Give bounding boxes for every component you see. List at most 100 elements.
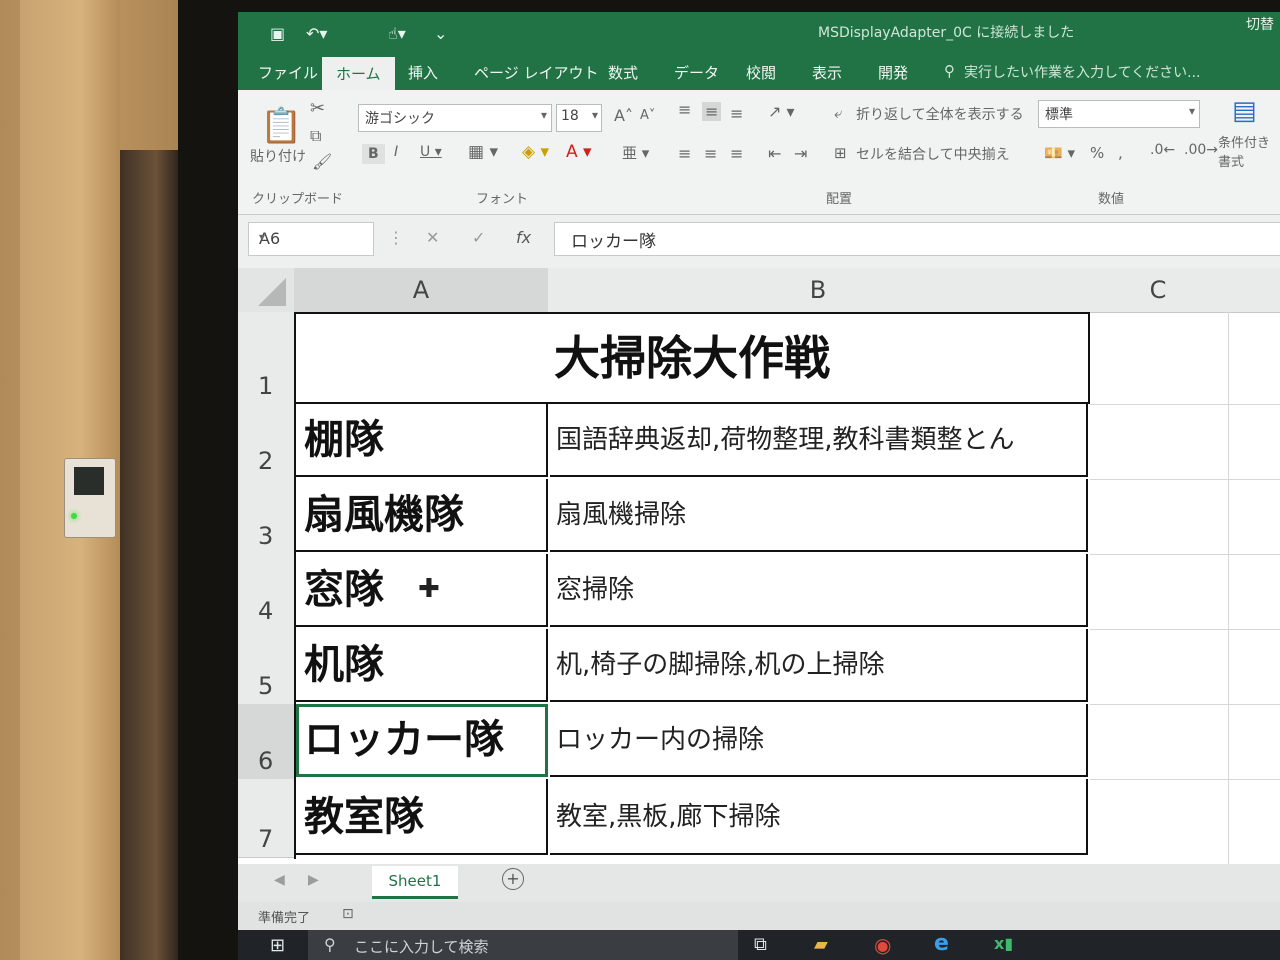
- team-cell[interactable]: 教室隊: [296, 779, 548, 855]
- increase-indent-icon[interactable]: ⇥: [794, 144, 807, 163]
- underline-button[interactable]: U ▾: [420, 144, 442, 160]
- comma-icon[interactable]: ,: [1118, 144, 1123, 162]
- orientation-icon[interactable]: ↗ ▾: [768, 102, 795, 121]
- align-center-icon[interactable]: ≡: [704, 144, 717, 163]
- font-name-select[interactable]: 游ゴシック ▾: [358, 104, 552, 132]
- row-header-1[interactable]: 1: [238, 312, 294, 405]
- fill-color-icon[interactable]: ◈ ▾: [522, 142, 549, 162]
- column-header-a[interactable]: A: [294, 268, 549, 313]
- phonetic-icon[interactable]: 亜 ▾: [622, 142, 649, 163]
- increase-decimal-icon[interactable]: .0←: [1150, 142, 1175, 158]
- align-bottom-icon[interactable]: ≡: [730, 104, 743, 123]
- team-cell[interactable]: 机隊: [296, 629, 548, 702]
- ribbon-home: 📋 貼り付け ✂ ⧉ 🖌 クリップボード 游ゴシック ▾ 18 ▾ A˄ A˅ …: [238, 90, 1280, 215]
- tab-insert[interactable]: 挿入: [408, 62, 438, 83]
- row-header-3[interactable]: 3: [238, 479, 294, 555]
- merge-center-icon[interactable]: ⊞: [834, 144, 847, 162]
- chevron-down-icon: ▾: [1188, 104, 1195, 118]
- tab-review[interactable]: 校閲: [746, 62, 776, 83]
- prev-sheet-icon[interactable]: ◀: [274, 872, 285, 888]
- team-cell[interactable]: 扇風機隊: [296, 479, 548, 552]
- cut-icon[interactable]: ✂: [310, 98, 325, 119]
- number-format-select[interactable]: 標準 ▾: [1038, 100, 1200, 128]
- wrap-text-button[interactable]: 折り返して全体を表示する: [856, 104, 1024, 124]
- row-number: 1: [258, 372, 274, 400]
- format-painter-icon[interactable]: 🖌: [312, 152, 332, 171]
- align-top-icon[interactable]: ≡: [678, 100, 691, 119]
- task-cell[interactable]: 扇風機掃除: [550, 479, 1088, 552]
- row-number: 5: [258, 672, 274, 700]
- align-left-icon[interactable]: ≡: [678, 144, 691, 163]
- tab-home[interactable]: ホーム: [322, 57, 395, 93]
- font-color-icon[interactable]: A ▾: [566, 142, 592, 162]
- tab-formulas[interactable]: 数式: [608, 62, 638, 83]
- macro-record-icon[interactable]: ⊡: [342, 906, 354, 922]
- undo-icon[interactable]: ↶▾: [306, 24, 327, 43]
- add-sheet-icon[interactable]: +: [502, 868, 524, 890]
- task-cell[interactable]: ロッカー内の掃除: [550, 704, 1088, 777]
- tab-page-layout[interactable]: ページ レイアウト: [474, 62, 598, 83]
- grow-font-icon[interactable]: A˄: [614, 106, 633, 125]
- select-all-corner[interactable]: [238, 268, 295, 313]
- shrink-font-icon[interactable]: A˅: [640, 108, 655, 123]
- windows-start-icon[interactable]: ⊞: [270, 935, 285, 956]
- task-cell[interactable]: 国語辞典返却,荷物整理,教科書類整とん: [550, 404, 1088, 477]
- conditional-format-icon[interactable]: ▤: [1232, 96, 1257, 126]
- touch-mode-icon[interactable]: ☝▾: [388, 24, 406, 43]
- column-header-d[interactable]: [1228, 268, 1280, 313]
- row-header-4[interactable]: 4: [238, 554, 294, 630]
- chrome-icon[interactable]: ◉: [874, 933, 891, 957]
- tab-view[interactable]: 表示: [812, 62, 842, 83]
- save-icon[interactable]: ▣: [270, 24, 285, 43]
- percent-icon[interactable]: %: [1090, 144, 1104, 162]
- italic-button[interactable]: I: [394, 144, 398, 160]
- align-middle-icon[interactable]: ≡: [702, 102, 722, 121]
- file-explorer-icon[interactable]: ▰: [814, 934, 828, 955]
- cancel-icon[interactable]: ✕: [426, 228, 439, 247]
- paste-icon[interactable]: 📋: [260, 106, 302, 146]
- borders-icon[interactable]: ▦ ▾: [468, 142, 498, 162]
- row-header-6[interactable]: 6: [238, 704, 294, 780]
- column-header-b[interactable]: B: [548, 268, 1089, 313]
- task-cell[interactable]: 机,椅子の脚掃除,机の上掃除: [550, 629, 1088, 702]
- row-header-7[interactable]: 7: [238, 779, 294, 858]
- enter-icon[interactable]: ✓: [472, 228, 485, 247]
- sheet-tab-sheet1[interactable]: Sheet1: [372, 866, 458, 899]
- tell-me-icon[interactable]: ⚲: [944, 62, 955, 80]
- formula-input[interactable]: ロッカー隊: [554, 222, 1280, 256]
- tab-data[interactable]: データ: [674, 62, 719, 83]
- merge-center-button[interactable]: セルを結合して中央揃え: [856, 144, 1010, 164]
- task-cell[interactable]: 教室,黒板,廊下掃除: [550, 779, 1088, 855]
- currency-icon[interactable]: 💴 ▾: [1044, 144, 1075, 162]
- tell-me-box[interactable]: 実行したい作業を入力してください...: [964, 62, 1201, 82]
- bold-button[interactable]: B: [362, 144, 385, 164]
- conditional-format-button[interactable]: 条件付き書式: [1218, 132, 1276, 170]
- decrease-decimal-icon[interactable]: .00→: [1184, 142, 1218, 158]
- team-cell[interactable]: 棚隊: [296, 404, 548, 477]
- name-box[interactable]: A6 ▾: [248, 222, 374, 256]
- search-placeholder: ここに入力して検索: [354, 938, 489, 956]
- next-sheet-icon[interactable]: ▶: [308, 872, 319, 888]
- copy-icon[interactable]: ⧉: [310, 126, 321, 146]
- column-header-c[interactable]: C: [1088, 268, 1229, 313]
- paste-button[interactable]: 貼り付け: [250, 146, 306, 166]
- task-cell[interactable]: 窓掃除: [550, 554, 1088, 627]
- decrease-indent-icon[interactable]: ⇤: [768, 144, 781, 163]
- gridline: [1228, 312, 1229, 868]
- row-header-5[interactable]: 5: [238, 629, 294, 705]
- excel-taskbar-icon[interactable]: x▮: [994, 934, 1013, 953]
- taskbar-search-box[interactable]: ⚲ ここに入力して検索: [308, 930, 738, 960]
- task-view-icon[interactable]: ⧉: [754, 934, 767, 955]
- windows-taskbar: ⊞ ⚲ ここに入力して検索 ⧉ ▰ ◉ e x▮: [238, 930, 1280, 960]
- row-header-2[interactable]: 2: [238, 404, 294, 480]
- wrap-text-icon[interactable]: ⤶: [834, 104, 842, 122]
- insert-function-icon[interactable]: fx: [516, 228, 531, 247]
- align-right-icon[interactable]: ≡: [730, 144, 743, 163]
- tab-file[interactable]: ファイル: [258, 62, 318, 83]
- tab-developer[interactable]: 開発: [878, 62, 908, 83]
- team-cell-selected[interactable]: ロッカー隊: [296, 704, 548, 777]
- edge-icon[interactable]: e: [934, 931, 949, 956]
- customize-qat-icon[interactable]: ⌄: [434, 24, 447, 43]
- font-size-select[interactable]: 18 ▾: [556, 104, 602, 132]
- title-cell[interactable]: 大掃除大作戦: [296, 314, 1090, 404]
